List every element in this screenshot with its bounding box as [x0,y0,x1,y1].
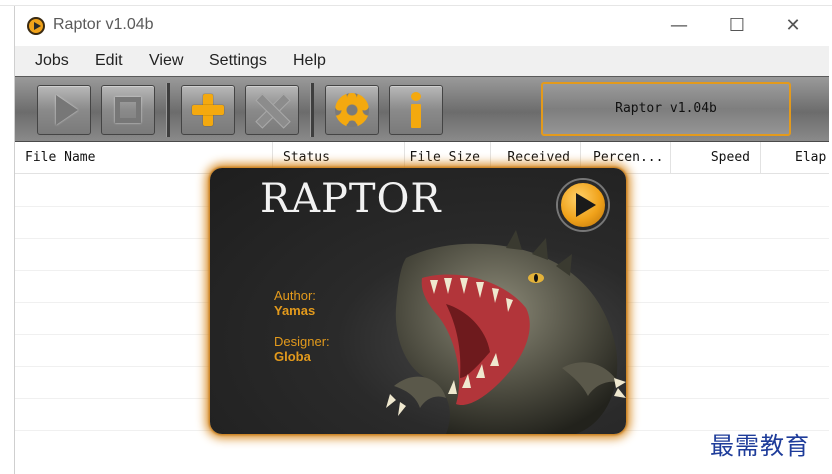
start-button[interactable] [37,85,91,135]
toolbar-separator [310,83,314,137]
delete-x-icon [255,93,289,127]
stop-button[interactable] [101,85,155,135]
title-bar: Raptor v1.04b — ☐ ✕ [15,6,829,46]
settings-button[interactable] [325,85,379,135]
gear-icon [335,93,369,127]
menu-help[interactable]: Help [293,52,326,70]
about-title: RAPTOR [260,176,442,222]
raptor-app-icon [27,17,45,35]
menu-settings[interactable]: Settings [209,52,267,70]
about-button[interactable] [389,85,443,135]
close-button[interactable]: ✕ [773,12,813,40]
author-label: Author: [274,288,316,303]
version-display: Raptor v1.04b [541,82,791,136]
raptor-dinosaur-icon [386,230,626,434]
author-name: Yamas [274,303,316,318]
toolbar-separator [166,83,170,137]
menu-jobs[interactable]: Jobs [35,52,69,70]
column-header-elapsed[interactable]: Elap [761,142,829,174]
remove-job-button[interactable] [245,85,299,135]
designer-name: Globa [274,349,311,364]
minimize-button[interactable]: — [659,12,699,40]
menu-view[interactable]: View [149,52,183,70]
column-header-speed[interactable]: Speed [671,142,761,174]
menu-edit[interactable]: Edit [95,52,123,70]
add-job-button[interactable] [181,85,235,135]
play-icon [56,95,78,125]
menu-bar: Jobs Edit View Settings Help [15,46,829,76]
watermark-text: 最需教育 [710,432,810,460]
info-icon [408,92,424,128]
about-splash-dialog[interactable]: RAPTOR Author: Yamas Designer: Globa [210,168,626,434]
toolbar: Raptor v1.04b [15,76,829,142]
plus-icon [192,94,224,126]
designer-label: Designer: [274,334,330,349]
stop-icon [115,97,141,123]
window-title: Raptor v1.04b [53,16,154,33]
maximize-button[interactable]: ☐ [717,12,757,40]
